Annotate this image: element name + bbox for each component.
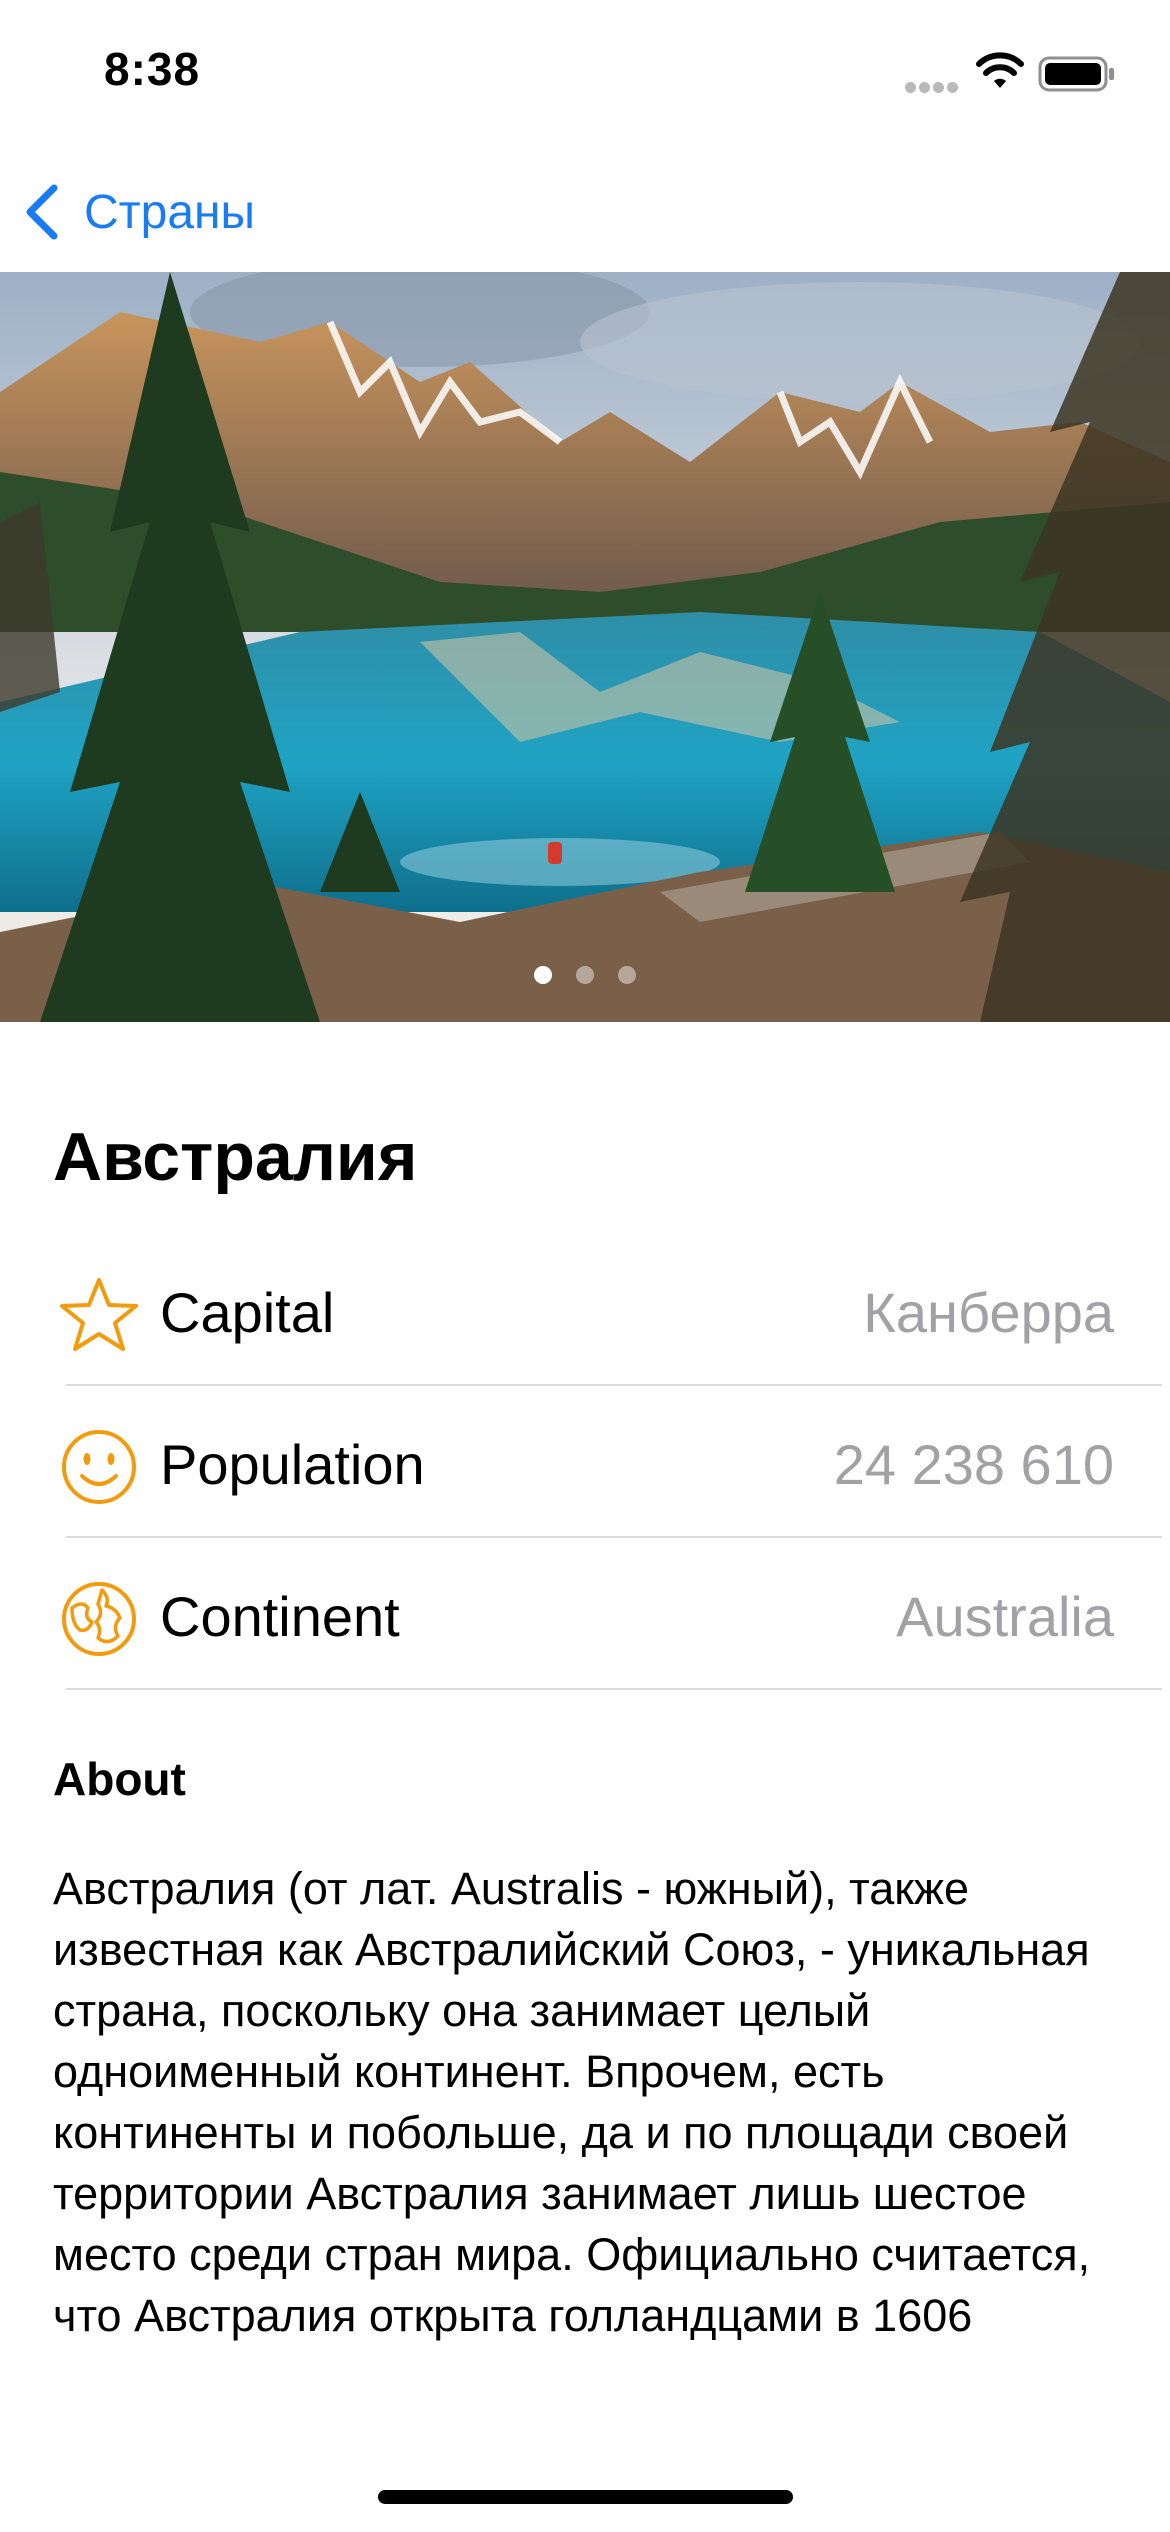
info-list: Capital Канберра Population 24 238 610 C… bbox=[0, 1260, 1170, 1716]
landscape-photo bbox=[0, 272, 1170, 1022]
continent-label: Continent bbox=[160, 1585, 400, 1648]
continent-row: Continent Australia bbox=[0, 1564, 1170, 1716]
population-row: Population 24 238 610 bbox=[0, 1412, 1170, 1564]
back-button[interactable]: Страны bbox=[22, 180, 255, 244]
navigation-bar: Страны bbox=[0, 150, 1170, 272]
page-dot[interactable] bbox=[576, 966, 594, 984]
row-divider bbox=[66, 1536, 1162, 1538]
chevron-left-icon bbox=[26, 184, 58, 240]
about-heading: About bbox=[53, 1753, 186, 1805]
page-indicator[interactable] bbox=[0, 966, 1170, 984]
continent-value: Australia bbox=[896, 1585, 1114, 1648]
page-dot[interactable] bbox=[618, 966, 636, 984]
status-bar: 8:38 bbox=[0, 0, 1170, 150]
about-text: Австралия (от лат. Australis - южный), т… bbox=[53, 1863, 1091, 2341]
back-button-label: Страны bbox=[84, 185, 256, 239]
wifi-icon bbox=[976, 52, 1024, 88]
capital-label: Capital bbox=[160, 1281, 335, 1344]
smiley-icon bbox=[62, 1430, 136, 1504]
population-value: 24 238 610 bbox=[833, 1433, 1114, 1496]
row-divider bbox=[66, 1688, 1162, 1690]
star-icon bbox=[60, 1278, 138, 1351]
globe-icon bbox=[62, 1582, 136, 1656]
photo-carousel[interactable] bbox=[0, 272, 1170, 1022]
row-divider bbox=[66, 1384, 1162, 1386]
capital-row: Capital Канберра bbox=[0, 1260, 1170, 1412]
battery-icon bbox=[1038, 56, 1114, 92]
home-indicator[interactable] bbox=[378, 2490, 793, 2504]
population-label: Population bbox=[160, 1433, 425, 1496]
page-dot[interactable] bbox=[534, 966, 552, 984]
capital-value: Канберра bbox=[863, 1281, 1114, 1344]
cellular-signal-icon bbox=[905, 82, 961, 94]
country-title: Австралия bbox=[53, 1119, 418, 1195]
status-time: 8:38 bbox=[104, 43, 201, 95]
